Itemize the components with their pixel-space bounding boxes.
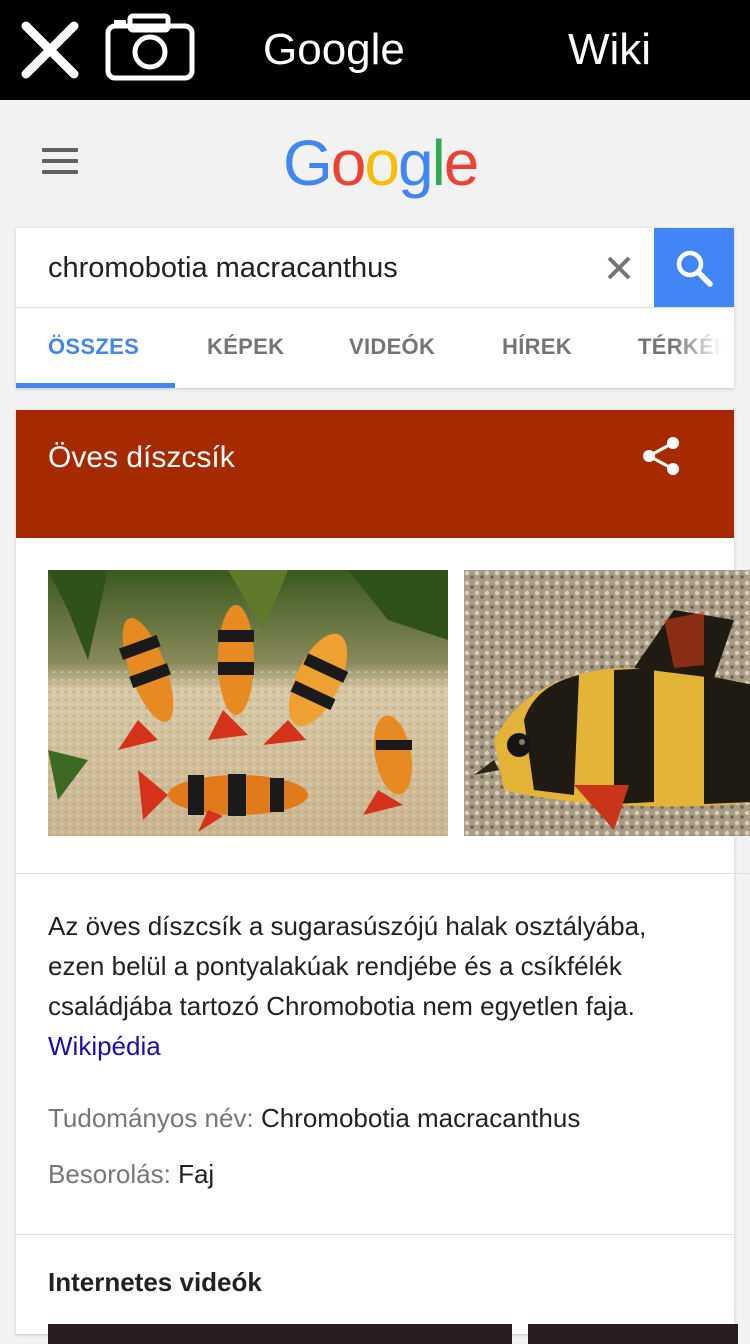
image-carousel[interactable]: [16, 538, 750, 874]
clear-icon[interactable]: [604, 253, 634, 283]
tab-images[interactable]: KÉPEK: [207, 334, 284, 360]
top-toolbar: Google Wiki: [0, 0, 750, 100]
menu-icon[interactable]: [42, 148, 78, 174]
tab-fade: [674, 308, 734, 388]
search-tabs: ÖSSZES KÉPEK VIDEÓK HÍREK TÉRKÉP: [16, 308, 734, 388]
close-icon[interactable]: [18, 20, 82, 80]
video-thumbnail-2[interactable]: [528, 1324, 738, 1344]
wikipedia-link[interactable]: Wikipédia: [48, 1031, 161, 1061]
video-thumbnail-1[interactable]: [48, 1324, 512, 1344]
wiki-tab-label[interactable]: Wiki: [568, 22, 651, 78]
share-icon[interactable]: [640, 434, 684, 478]
videos-section-title: Internetes videók: [48, 1267, 262, 1297]
fact-value[interactable]: Chromobotia macracanthus: [261, 1103, 580, 1133]
knowledge-panel-title: Öves díszcsík: [48, 441, 235, 474]
fact-value[interactable]: Faj: [178, 1159, 214, 1189]
section-divider: [16, 1234, 734, 1235]
fish-image-1[interactable]: [48, 570, 448, 836]
search-button[interactable]: [654, 228, 734, 307]
knowledge-panel-header: Öves díszcsík: [16, 410, 734, 538]
search-card: chromobotia macracanthus ÖSSZES KÉPEK VI…: [16, 228, 734, 388]
fact-key: Besorolás:: [48, 1159, 171, 1189]
active-tab-indicator: [16, 383, 175, 388]
google-header: Google: [0, 100, 750, 228]
description-text: Az öves díszcsík a sugarasúszójú halak o…: [48, 911, 647, 1021]
google-tab-label[interactable]: Google: [263, 22, 405, 78]
fact-classification: Besorolás: Faj: [48, 1154, 214, 1194]
camera-icon[interactable]: [104, 12, 196, 82]
description: Az öves díszcsík a sugarasúszójú halak o…: [48, 906, 708, 1066]
fact-scientific-name: Tudományos név: Chromobotia macracanthus: [48, 1098, 580, 1138]
search-icon: [676, 250, 713, 287]
tab-all[interactable]: ÖSSZES: [48, 334, 139, 360]
google-logo[interactable]: Google: [283, 128, 479, 198]
knowledge-panel: Öves díszcsík Az öves díszcsík a sugaras…: [16, 410, 750, 1344]
search-box[interactable]: chromobotia macracanthus: [16, 228, 734, 308]
search-input[interactable]: chromobotia macracanthus: [48, 248, 398, 288]
fact-key: Tudományos név:: [48, 1103, 254, 1133]
tab-news[interactable]: HÍREK: [502, 334, 572, 360]
fish-image-2[interactable]: [464, 570, 750, 836]
tab-videos[interactable]: VIDEÓK: [349, 334, 435, 360]
